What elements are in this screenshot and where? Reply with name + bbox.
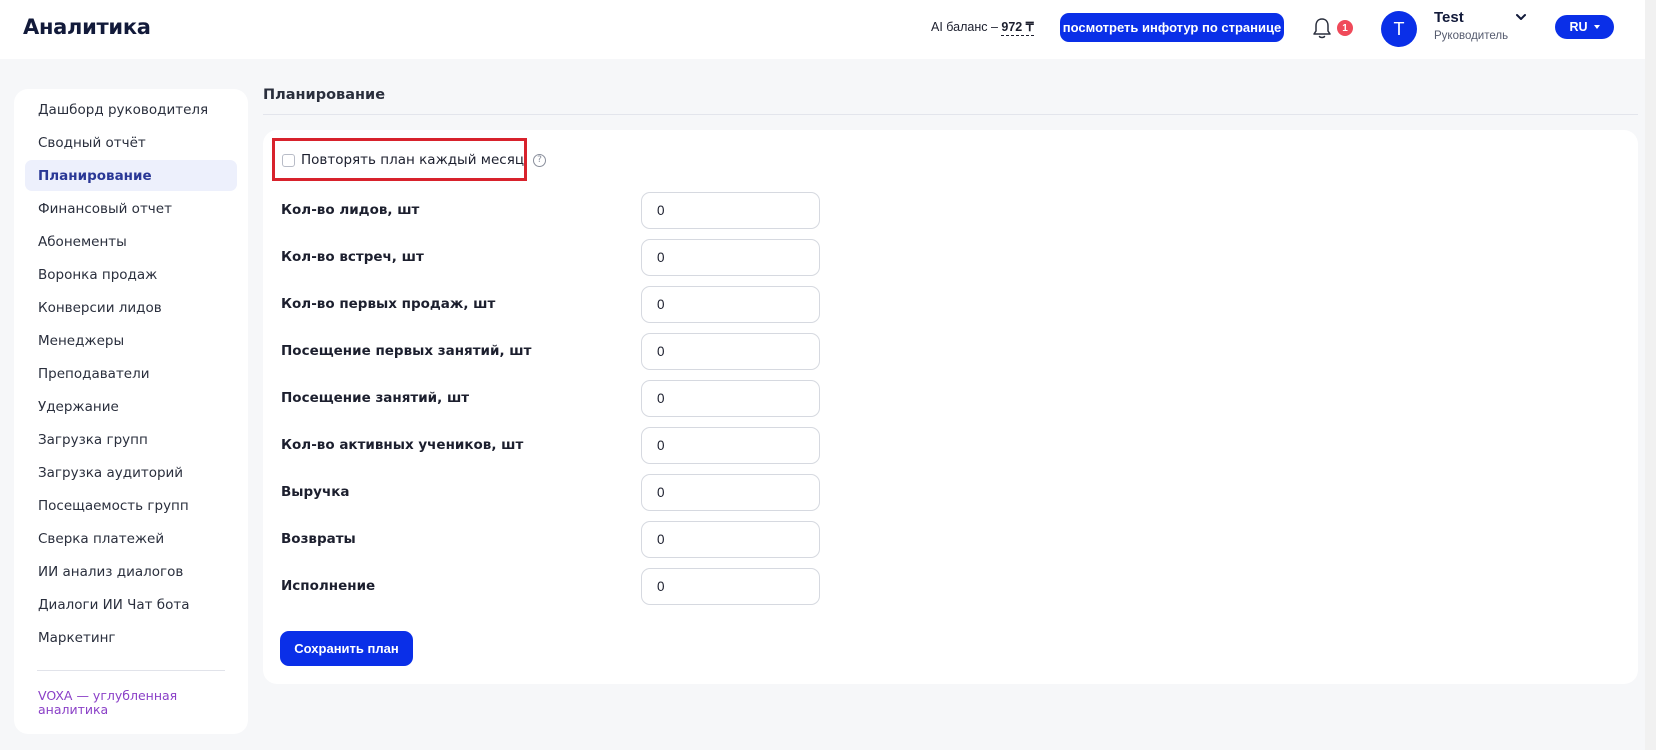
repeat-plan-label[interactable]: Повторять план каждый месяц — [301, 152, 524, 168]
ai-balance-label: AI баланс – — [931, 20, 1002, 34]
field-label: Посещение занятий, шт — [281, 390, 470, 406]
plan-value-input[interactable] — [641, 474, 820, 511]
sidebar-item[interactable]: Абонементы — [25, 226, 237, 257]
help-circle-icon[interactable]: ? — [533, 153, 547, 167]
field-label: Возвраты — [281, 531, 356, 547]
plan-value-input[interactable] — [641, 568, 820, 605]
notifications-button[interactable]: 1 — [1311, 16, 1353, 42]
sidebar-item[interactable]: Конверсии лидов — [25, 292, 237, 323]
sidebar-item[interactable]: Загрузка аудиторий — [25, 457, 237, 488]
field-label: Кол-во встреч, шт — [281, 249, 424, 265]
repeat-plan-row: Повторять план каждый месяц ? — [282, 152, 547, 168]
caret-down-icon — [1593, 25, 1600, 29]
notification-badge: 1 — [1337, 20, 1353, 36]
sidebar-item[interactable]: Посещаемость групп — [25, 490, 237, 521]
sidebar-divider — [37, 670, 225, 671]
user-name[interactable]: Test — [1434, 9, 1464, 26]
plan-value-input[interactable] — [641, 427, 820, 464]
sidebar-item[interactable]: Дашборд руководителя — [25, 94, 237, 125]
sidebar-item[interactable]: Сверка платежей — [25, 523, 237, 554]
user-role: Руководитель — [1434, 30, 1509, 42]
sidebar-item[interactable]: Диалоги ИИ Чат бота — [25, 589, 237, 620]
scrollbar[interactable] — [1645, 0, 1656, 750]
sidebar-item[interactable]: Воронка продаж — [25, 259, 237, 290]
ai-balance-amount[interactable]: 972 ₸ — [1001, 20, 1034, 36]
sidebar-item[interactable]: Планирование — [25, 160, 237, 191]
sidebar: VOXA — углубленная аналитика Дашборд рук… — [14, 89, 248, 734]
plan-card — [263, 130, 1638, 684]
language-select[interactable]: RU — [1555, 15, 1614, 39]
page-title: Планирование — [263, 87, 386, 103]
field-label: Кол-во активных учеников, шт — [281, 437, 524, 453]
sidebar-item[interactable]: Финансовый отчет — [25, 193, 237, 224]
plan-value-input[interactable] — [641, 380, 820, 417]
field-label: Исполнение — [281, 578, 376, 594]
field-label: Кол-во лидов, шт — [281, 202, 420, 218]
title-divider — [263, 114, 1638, 115]
sidebar-item[interactable]: Маркетинг — [25, 622, 237, 653]
plan-value-input[interactable] — [641, 192, 820, 229]
plan-value-input[interactable] — [641, 333, 820, 370]
plan-value-input[interactable] — [641, 286, 820, 323]
sidebar-item[interactable]: Менеджеры — [25, 325, 237, 356]
bell-icon — [1313, 18, 1331, 39]
repeat-plan-checkbox[interactable] — [282, 153, 295, 167]
top-header: Аналитика AI баланс – 972 ₸ посмотреть и… — [0, 0, 1656, 59]
sidebar-item[interactable]: Удержание — [25, 391, 237, 422]
avatar[interactable]: T — [1381, 11, 1417, 47]
sidebar-item[interactable]: Загрузка групп — [25, 424, 237, 455]
sidebar-item[interactable]: Преподаватели — [25, 358, 237, 389]
sidebar-item[interactable]: Сводный отчёт — [25, 127, 237, 158]
info-tour-button[interactable]: посмотреть инфотур по странице — [1060, 13, 1284, 42]
app-title: Аналитика — [23, 15, 151, 39]
field-label: Кол-во первых продаж, шт — [281, 296, 496, 312]
plan-value-input[interactable] — [641, 521, 820, 558]
field-label: Посещение первых занятий, шт — [281, 343, 532, 359]
save-plan-button[interactable]: Сохранить план — [280, 631, 413, 666]
sidebar-link-voxa[interactable]: VOXA — углубленная аналитика — [38, 689, 228, 717]
plan-value-input[interactable] — [641, 239, 820, 276]
field-label: Выручка — [281, 484, 350, 500]
language-label: RU — [1569, 20, 1588, 34]
ai-balance: AI баланс – 972 ₸ — [931, 19, 1034, 36]
chevron-down-icon[interactable] — [1514, 12, 1528, 22]
sidebar-item[interactable]: ИИ анализ диалогов — [25, 556, 237, 587]
